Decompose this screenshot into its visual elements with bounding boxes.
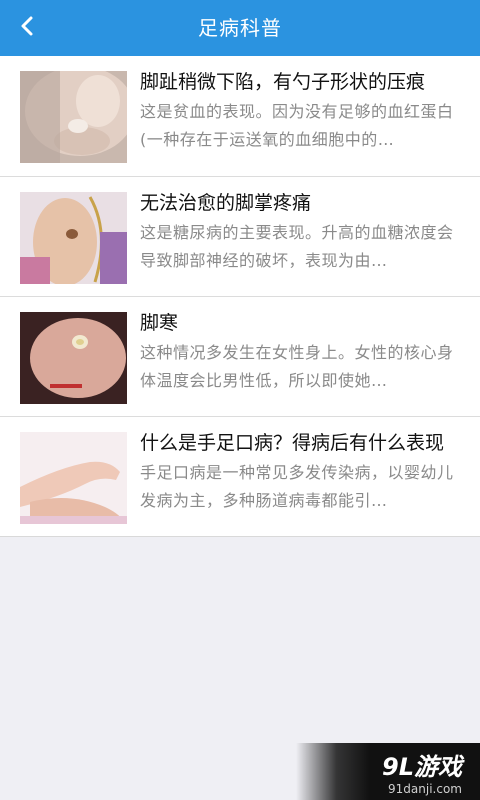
article-thumbnail [20, 71, 127, 163]
article-title: 脚趾稍微下陷，有勺子形状的压痕 [140, 71, 426, 93]
article-item-hand-foot-mouth[interactable]: 什么是手足口病？得病后有什么表现 手足口病是一种常见多发传染病，以婴幼儿发病为主… [0, 416, 480, 536]
article-thumbnail [20, 432, 127, 524]
watermark: 9L游戏 91danji.com [296, 743, 480, 800]
article-title: 脚寒 [140, 312, 179, 334]
article-title: 什么是手足口病？得病后有什么表现 [140, 432, 445, 454]
article-summary: 这种情况多发生在女性身上。女性的核心身体温度会比男性低，所以即使她… [140, 343, 454, 390]
app-header: 足病科普 [0, 0, 480, 56]
article-list: 脚趾稍微下陷，有勺子形状的压痕 这是贫血的表现。因为没有足够的血红蛋白(一种存在… [0, 56, 480, 537]
watermark-url: 91danji.com [388, 782, 462, 796]
article-item-cold-feet[interactable]: 脚寒 这种情况多发生在女性身上。女性的核心身体温度会比男性低，所以即使她… [0, 296, 480, 416]
article-item-spoon-toenail[interactable]: 脚趾稍微下陷，有勺子形状的压痕 这是贫血的表现。因为没有足够的血红蛋白(一种存在… [0, 56, 480, 176]
article-summary: 这是糖尿病的主要表现。升高的血糖浓度会导致脚部神经的破坏，表现为由… [140, 223, 454, 270]
article-item-foot-pain[interactable]: 无法治愈的脚掌疼痛 这是糖尿病的主要表现。升高的血糖浓度会导致脚部神经的破坏，表… [0, 176, 480, 296]
article-thumbnail [20, 192, 127, 284]
article-summary: 手足口病是一种常见多发传染病，以婴幼儿发病为主，多种肠道病毒都能引… [140, 463, 454, 510]
page-title: 足病科普 [198, 16, 282, 40]
watermark-logo: 9L游戏 [382, 753, 462, 781]
article-summary: 这是贫血的表现。因为没有足够的血红蛋白(一种存在于运送氧的血细胞中的… [140, 102, 454, 149]
article-title: 无法治愈的脚掌疼痛 [140, 192, 312, 214]
article-thumbnail [20, 312, 127, 404]
